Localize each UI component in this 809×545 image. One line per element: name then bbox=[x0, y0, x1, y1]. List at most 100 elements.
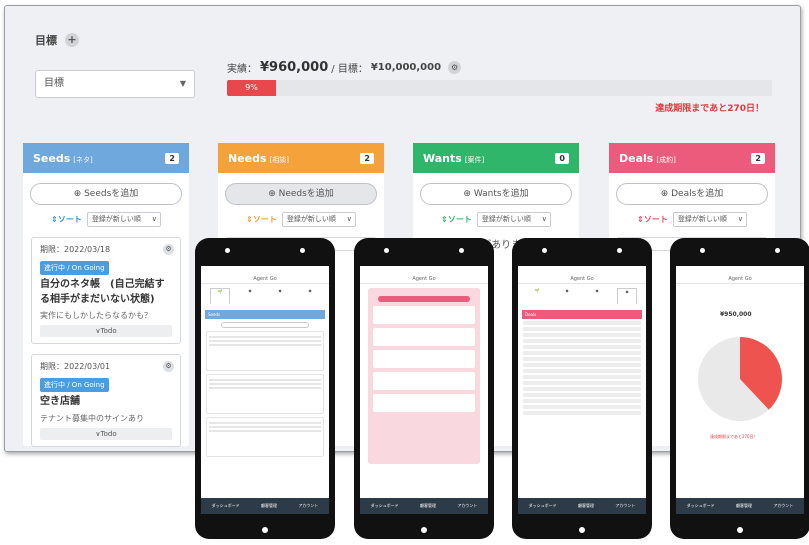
home-button[interactable] bbox=[737, 527, 743, 533]
detail-row bbox=[523, 345, 641, 349]
nav-customers[interactable]: 顧客管理 bbox=[736, 503, 752, 509]
phone-action-list: Agent Go ダッシュボード 顧客管理 アカウント bbox=[354, 238, 494, 539]
card-note: 実作にもしかしたらなるかも？ bbox=[40, 311, 152, 320]
tab-needs[interactable]: ◆ bbox=[240, 288, 260, 304]
count-badge: 2 bbox=[165, 152, 179, 164]
sort-text: ソート bbox=[447, 215, 472, 224]
tab-deals[interactable]: ◆ bbox=[300, 288, 320, 304]
deal-card[interactable]: 期限：2022/03/18 ⚙ 進行中 / On Going 自分のネタ帳 (自… bbox=[31, 237, 181, 344]
nav-dashboard[interactable]: ダッシュボード bbox=[687, 503, 715, 509]
add-button-label: Dealsを追加 bbox=[671, 189, 724, 199]
sensor-dot bbox=[775, 248, 780, 253]
status-bar bbox=[360, 266, 488, 274]
status-badge: 進行中 / On Going bbox=[40, 261, 109, 275]
column-seeds: Seeds [ネタ] 2 ⊕ Seedsを追加 ⇕ソート 登録が新しい順 ∨ 期限：… bbox=[23, 143, 189, 447]
mini-card[interactable] bbox=[206, 374, 324, 414]
sort-select[interactable]: 登録が新しい順 ∨ bbox=[281, 212, 356, 227]
chevron-down-icon: ∨ bbox=[541, 215, 547, 223]
nav-account[interactable]: アカウント bbox=[457, 503, 477, 509]
column-subtitle: [ネタ] bbox=[73, 155, 93, 164]
bottom-tabbar: ダッシュボード 顧客管理 アカウント bbox=[676, 498, 804, 514]
goal-heading: 目標 bbox=[35, 34, 57, 47]
sort-row: ⇕ソート 登録が新しい順 ∨ bbox=[23, 212, 189, 227]
goal-pie bbox=[695, 334, 785, 424]
sort-row: ⇕ソート 登録が新しい順 ∨ bbox=[218, 212, 384, 227]
nav-customers[interactable]: 顧客管理 bbox=[261, 503, 277, 509]
due-date: 期限：2022/03/18 bbox=[40, 245, 111, 254]
sort-select[interactable]: 登録が新しい順 ∨ bbox=[476, 212, 551, 227]
nav-account[interactable]: アカウント bbox=[615, 503, 635, 509]
action-item[interactable] bbox=[373, 372, 475, 390]
app-title: Agent Go bbox=[518, 274, 646, 284]
camera-dot bbox=[542, 248, 547, 253]
goal-header: 目標 + bbox=[35, 32, 79, 48]
todo-toggle[interactable]: ∨Todo bbox=[40, 325, 172, 337]
nav-customers[interactable]: 顧客管理 bbox=[420, 503, 436, 509]
tab-needs[interactable]: ◆ bbox=[557, 288, 577, 304]
detail-row bbox=[523, 327, 641, 331]
detail-row bbox=[523, 375, 641, 379]
tab-seeds[interactable]: 🌱 bbox=[527, 288, 547, 304]
performance-summary: 実績： ¥960,000 / 目標： ¥10,000,000 ⚙ bbox=[227, 60, 462, 75]
mini-card[interactable] bbox=[206, 417, 324, 457]
nav-dashboard[interactable]: ダッシュボード bbox=[529, 503, 557, 509]
nav-account[interactable]: アカウント bbox=[773, 503, 793, 509]
sort-select[interactable]: 登録が新しい順 ∨ bbox=[86, 212, 161, 227]
app-title: Agent Go bbox=[360, 274, 488, 284]
tab-seeds[interactable]: 🌱 bbox=[210, 288, 230, 304]
mini-deadline: 達成期限まであと270日！ bbox=[710, 434, 758, 439]
home-button[interactable] bbox=[262, 527, 268, 533]
phone-goal-chart: Agent Go ¥950,000 達成期限まであと270日！ ダッシュボード … bbox=[670, 238, 809, 539]
action-item[interactable] bbox=[373, 328, 475, 346]
app-title: Agent Go bbox=[201, 274, 329, 284]
detail-row bbox=[523, 351, 641, 355]
home-button[interactable] bbox=[579, 527, 585, 533]
camera-dot bbox=[700, 248, 705, 253]
sort-label: ⇕ソート bbox=[51, 215, 82, 224]
nav-account[interactable]: アカウント bbox=[298, 503, 318, 509]
add-deals-button[interactable]: ⊕ Dealsを追加 bbox=[616, 183, 768, 205]
pie-amount: ¥950,000 bbox=[720, 311, 752, 318]
gear-icon[interactable]: ⚙ bbox=[448, 61, 462, 74]
todo-toggle[interactable]: ∨Todo bbox=[40, 427, 172, 440]
deal-card[interactable]: 期限：2022/03/01 ⚙ 進行中 / On Going 空き店舗 テナント… bbox=[31, 354, 181, 447]
detail-row bbox=[523, 411, 641, 415]
action-item[interactable] bbox=[373, 394, 475, 412]
nav-dashboard[interactable]: ダッシュボード bbox=[212, 503, 240, 509]
status-bar bbox=[676, 266, 804, 274]
plus-icon[interactable]: + bbox=[65, 33, 79, 47]
mini-card[interactable] bbox=[206, 331, 324, 371]
detail-row bbox=[523, 405, 641, 409]
phone-deal-detail: Agent Go 🌱 ◆ ◆ ◆ Deals ダッシュボード 顧客管理 アカウン… bbox=[512, 238, 652, 539]
goal-select-value: 目標 bbox=[44, 78, 64, 89]
target-label: / 目標： bbox=[331, 64, 368, 75]
sort-text: ソート bbox=[252, 215, 277, 224]
card-title: 空き店舗 bbox=[40, 396, 80, 407]
tab-deals[interactable]: ◆ bbox=[617, 288, 637, 304]
tab-wants[interactable]: ◆ bbox=[587, 288, 607, 304]
action-item[interactable] bbox=[373, 306, 475, 324]
mini-add-button[interactable] bbox=[221, 322, 309, 328]
panel-add-button[interactable] bbox=[378, 296, 470, 302]
phone-screen: Agent Go ダッシュボード 顧客管理 アカウント bbox=[360, 266, 488, 514]
column-title: Deals bbox=[619, 151, 654, 165]
sort-select[interactable]: 登録が新しい順 ∨ bbox=[672, 212, 747, 227]
chevron-down-icon: ∨ bbox=[151, 215, 157, 223]
column-subtitle: [成約] bbox=[656, 155, 676, 164]
add-wants-button[interactable]: ⊕ Wantsを追加 bbox=[420, 183, 572, 205]
action-item[interactable] bbox=[373, 350, 475, 368]
detail-row bbox=[523, 339, 641, 343]
column-header: Needs [相談] 2 bbox=[218, 143, 384, 173]
goal-select[interactable]: 目標 ▼ bbox=[35, 70, 195, 98]
tab-wants[interactable]: ◆ bbox=[270, 288, 290, 304]
add-seeds-button[interactable]: ⊕ Seedsを追加 bbox=[30, 183, 182, 205]
add-needs-button[interactable]: ⊕ Needsを追加 bbox=[225, 183, 377, 205]
home-button[interactable] bbox=[421, 527, 427, 533]
nav-customers[interactable]: 顧客管理 bbox=[578, 503, 594, 509]
gear-icon[interactable]: ⚙ bbox=[163, 244, 174, 255]
gear-icon[interactable]: ⚙ bbox=[163, 361, 174, 372]
card-title: 自分のネタ帳 (自己完結する相手がまだいない状態) bbox=[40, 279, 165, 305]
nav-dashboard[interactable]: ダッシュボード bbox=[371, 503, 399, 509]
sort-value: 登録が新しい順 bbox=[91, 215, 141, 223]
phone-screen: Agent Go 🌱 ◆ ◆ ◆ Seeds ダッシュボード 顧客管理 アカウン… bbox=[201, 266, 329, 514]
